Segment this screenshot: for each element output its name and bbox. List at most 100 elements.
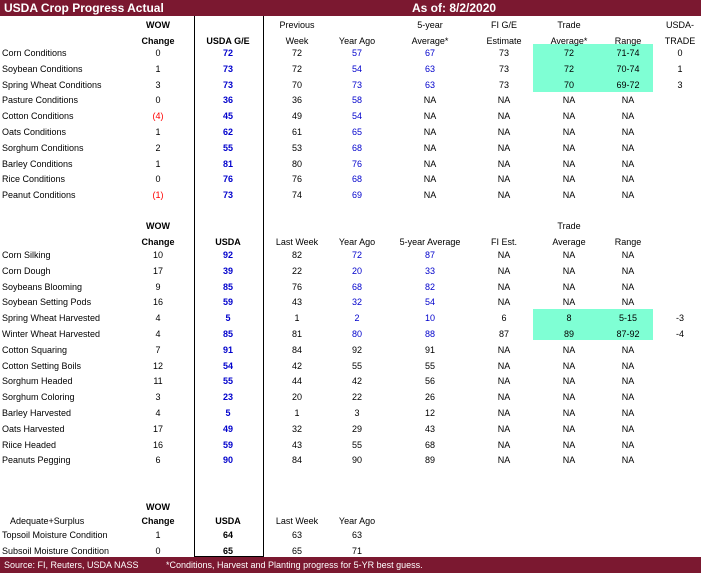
progress-cell-col-1: 10	[152, 250, 164, 260]
conditions-cell-col-2: 72	[222, 48, 234, 58]
progress-cell-col-1: 3	[155, 392, 161, 403]
conditions-cell-col-3: 72	[291, 48, 303, 58]
progress-cell-col-4: 22	[351, 392, 363, 403]
conditions-cell-col-5: NA	[423, 111, 437, 122]
progress-cell-col-4: 3	[354, 408, 360, 418]
progress-cell-col-2: 91	[222, 344, 234, 355]
moisture-cell-col-4: 71	[351, 545, 363, 556]
progress-header-col-7: Trade	[557, 221, 581, 231]
conditions-cell-col-4: 68	[351, 174, 363, 185]
conditions-cell-col-4: 69	[351, 190, 363, 201]
usda-column-right-border	[263, 16, 264, 557]
progress-cell-col-7: NA	[562, 392, 576, 403]
progress-row-label: Sorghum Headed	[2, 376, 73, 387]
conditions-cell-col-8: 71-74	[616, 48, 640, 58]
progress-cell-col-7: NA	[562, 439, 576, 450]
progress-cell-col-8: NA	[621, 423, 635, 434]
progress-cell-col-5: 89	[424, 455, 436, 466]
progress-row-label: Soybean Setting Pods	[2, 297, 92, 308]
progress-cell-col-8: NA	[621, 265, 635, 276]
progress-cell-col-3: 22	[291, 265, 303, 276]
conditions-cell-col-4: 57	[351, 48, 363, 58]
conditions-cell-col-7: NA	[562, 127, 576, 137]
progress-cell-col-4: 32	[351, 297, 363, 308]
conditions-cell-col-6: NA	[497, 95, 511, 106]
conditions-cell-col-5: NA	[423, 127, 437, 137]
conditions-cell-col-1: 1	[155, 127, 161, 137]
progress-cell-col-6: NA	[497, 392, 511, 403]
progress-cell-col-1: 6	[155, 455, 161, 466]
progress-cell-col-2: 49	[222, 423, 234, 434]
conditions-cell-col-9: 3	[677, 79, 683, 90]
conditions-cell-col-7: NA	[562, 111, 576, 122]
progress-cell-col-6: NA	[497, 360, 511, 371]
conditions-cell-col-7: NA	[562, 174, 576, 185]
progress-cell-col-8: NA	[621, 360, 635, 371]
conditions-header-col-6: Estimate	[486, 36, 522, 46]
progress-cell-col-4: 80	[351, 329, 363, 339]
progress-cell-col-1: 4	[155, 313, 161, 324]
conditions-header-col-7: Average*	[550, 36, 588, 46]
conditions-cell-col-2: 76	[222, 174, 234, 185]
conditions-header-col-3: Week	[285, 36, 309, 46]
progress-cell-col-2: 23	[222, 392, 234, 403]
progress-row-label: Riice Headed	[2, 439, 57, 450]
conditions-cell-col-7: 70	[563, 79, 575, 90]
conditions-cell-col-7: NA	[562, 142, 576, 153]
progress-cell-col-4: 29	[351, 423, 363, 434]
conditions-header-col-7: Trade	[557, 20, 581, 30]
progress-cell-col-3: 1	[294, 408, 300, 418]
progress-header-col-5: 5-year Average	[399, 237, 461, 247]
conditions-header-col-9: TRADE	[664, 36, 696, 46]
progress-cell-col-2: 59	[222, 297, 234, 308]
conditions-cell-col-1: (4)	[152, 111, 164, 122]
progress-cell-col-3: 32	[291, 423, 303, 434]
progress-row-label: Cotton Setting Boils	[2, 360, 82, 371]
moisture-row-label: Topsoil Moisture Condition	[2, 530, 108, 540]
conditions-cell-col-5: NA	[423, 158, 437, 169]
progress-cell-col-5: 68	[424, 439, 436, 450]
conditions-cell-col-3: 70	[291, 79, 303, 90]
progress-cell-col-6: NA	[497, 344, 511, 355]
moisture-header-col-3: Last Week	[275, 516, 319, 526]
progress-header-col-2: USDA	[215, 237, 241, 247]
conditions-cell-col-8: 69-72	[616, 79, 640, 90]
conditions-cell-col-2: 73	[222, 63, 234, 74]
conditions-cell-col-3: 61	[291, 127, 303, 137]
progress-cell-col-1: 11	[153, 376, 163, 387]
progress-header-col-4: Year Ago	[338, 237, 376, 247]
footer-source: Source: FI, Reuters, USDA NASS	[4, 560, 139, 570]
progress-cell-col-7: NA	[562, 376, 576, 387]
progress-cell-col-2: 85	[222, 329, 234, 339]
progress-cell-col-8: NA	[621, 376, 635, 387]
progress-row-label: Sorghum Coloring	[2, 392, 75, 403]
moisture-row-label: Subsoil Moisture Condition	[2, 545, 110, 556]
progress-cell-col-5: 33	[424, 265, 436, 276]
progress-header-col-1: WOW	[146, 221, 170, 231]
progress-header-col-3: Last Week	[275, 237, 319, 247]
moisture-cell-col-1: 1	[155, 530, 161, 540]
progress-cell-col-6: NA	[497, 455, 511, 466]
conditions-cell-col-8: NA	[621, 111, 635, 122]
progress-cell-col-6: NA	[497, 439, 511, 450]
moisture-cell-col-3: 65	[291, 545, 303, 556]
progress-cell-col-4: 90	[351, 455, 363, 466]
progress-cell-col-8: 5-15	[618, 313, 638, 324]
progress-cell-col-4: 68	[351, 281, 363, 292]
progress-row-label: Winter Wheat Harvested	[2, 329, 101, 339]
conditions-cell-col-5: NA	[423, 142, 437, 153]
title-banner: USDA Crop Progress Actual As of: 8/2/202…	[0, 0, 701, 16]
progress-cell-col-7: NA	[562, 265, 576, 276]
conditions-header-col-6: FI G/E	[490, 20, 518, 30]
footer-banner: Source: FI, Reuters, USDA NASS *Conditio…	[0, 557, 701, 573]
moisture-header-col-2: USDA	[215, 516, 241, 526]
conditions-row-label: Spring Wheat Conditions	[2, 79, 102, 90]
conditions-cell-col-6: 73	[498, 63, 510, 74]
conditions-cell-col-1: 1	[155, 63, 161, 74]
moisture-header-col-1: Change	[141, 516, 175, 526]
progress-cell-col-1: 17	[152, 423, 164, 434]
progress-cell-col-7: NA	[562, 455, 576, 466]
conditions-row-label: Barley Conditions	[2, 158, 73, 169]
progress-cell-col-3: 76	[291, 281, 303, 292]
conditions-cell-col-6: 73	[498, 48, 510, 58]
